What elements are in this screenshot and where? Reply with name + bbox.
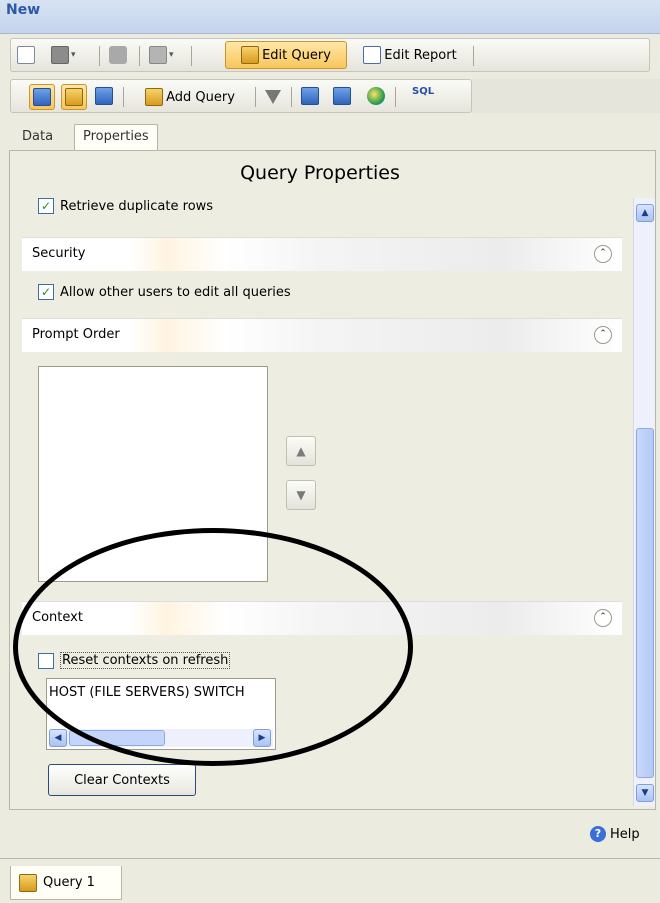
new-document-icon xyxy=(17,46,35,64)
window-titlebar: New xyxy=(0,0,660,34)
combined-query-button[interactable] xyxy=(95,87,113,105)
separator xyxy=(291,87,292,107)
collapse-icon[interactable]: ⌃ xyxy=(594,245,612,263)
annotation-ellipse xyxy=(13,528,413,766)
scope-icon xyxy=(367,87,385,105)
security-section-header[interactable]: Security ⌃ xyxy=(22,237,622,271)
sql-button[interactable]: SQL xyxy=(403,86,439,104)
add-query-icon xyxy=(145,88,164,106)
query-toolbar: Add Query SQL xyxy=(10,79,472,113)
properties-icon xyxy=(33,88,51,106)
allow-edit-checkbox[interactable]: ✓ xyxy=(38,284,54,300)
retrieve-duplicates-row: ✓ Retrieve duplicate rows xyxy=(38,198,213,214)
print-button[interactable] xyxy=(109,46,127,64)
retrieve-duplicates-checkbox[interactable]: ✓ xyxy=(38,198,54,214)
scroll-down-icon[interactable]: ▼ xyxy=(636,784,654,802)
query-icon xyxy=(241,46,260,64)
help-label: Help xyxy=(610,826,640,842)
separator xyxy=(139,46,140,66)
view-button[interactable]: ▾ xyxy=(149,46,174,64)
allow-edit-row: ✓ Allow other users to edit all queries xyxy=(38,284,291,300)
main-toolbar: ▾ ▾ Edit Query Edit Report xyxy=(10,38,650,72)
move-down-button[interactable]: ▼ xyxy=(286,480,316,510)
toolbar-filler xyxy=(472,79,660,113)
separator xyxy=(191,46,192,66)
edit-report-label: Edit Report xyxy=(384,47,457,63)
add-query-label: Add Query xyxy=(166,89,235,105)
new-document-button[interactable] xyxy=(17,46,35,64)
edit-report-button[interactable]: Edit Report xyxy=(351,41,469,69)
separator xyxy=(99,46,100,66)
help-link[interactable]: ? Help xyxy=(590,826,640,842)
filter-button[interactable] xyxy=(265,90,281,104)
report-icon xyxy=(363,46,382,64)
down-arrow-icon: ▼ xyxy=(296,488,306,502)
collapse-icon[interactable]: ⌃ xyxy=(594,609,612,627)
condition-icon xyxy=(333,87,351,105)
separator xyxy=(123,87,124,107)
dropdown-arrow-icon: ▾ xyxy=(71,50,76,60)
window-title: New xyxy=(6,2,41,18)
scroll-up-icon[interactable]: ▲ xyxy=(636,204,654,222)
condition-button[interactable] xyxy=(333,87,351,105)
edit-query-label: Edit Query xyxy=(262,47,331,63)
combine-icon xyxy=(95,87,113,105)
query-properties-button[interactable] xyxy=(29,84,55,110)
scroll-left-icon[interactable]: ◀ xyxy=(49,729,67,747)
sql-icon: SQL xyxy=(412,86,435,97)
clear-contexts-button[interactable]: Clear Contexts xyxy=(48,764,196,796)
tab-properties[interactable]: Properties xyxy=(74,124,158,150)
separator xyxy=(395,87,396,107)
help-icon: ? xyxy=(590,826,606,842)
tab-data[interactable]: Data xyxy=(14,125,61,151)
prompt-button[interactable] xyxy=(301,87,319,105)
query-tab[interactable]: Query 1 xyxy=(10,866,122,900)
panel-title: Query Properties xyxy=(240,162,400,184)
allow-edit-label: Allow other users to edit all queries xyxy=(60,284,291,300)
panel-icon xyxy=(65,88,83,106)
filter-icon xyxy=(265,90,281,104)
query-tab-label: Query 1 xyxy=(43,875,95,890)
prompt-order-label: Prompt Order xyxy=(32,327,120,342)
collapse-icon[interactable]: ⌃ xyxy=(594,326,612,344)
grid-icon xyxy=(149,46,167,64)
prompt-icon xyxy=(301,87,319,105)
vertical-scrollbar[interactable]: ▲ ▼ xyxy=(633,198,655,806)
add-query-button[interactable]: Add Query xyxy=(131,83,249,111)
prompt-order-section-header[interactable]: Prompt Order ⌃ xyxy=(22,318,622,352)
move-up-button[interactable]: ▲ xyxy=(286,436,316,466)
save-icon xyxy=(51,46,69,64)
separator xyxy=(473,46,474,66)
edit-query-button[interactable]: Edit Query xyxy=(225,41,347,69)
retrieve-duplicates-label: Retrieve duplicate rows xyxy=(60,198,214,214)
security-label: Security xyxy=(32,246,86,261)
query-panel-button[interactable] xyxy=(61,84,87,110)
dropdown-arrow-icon: ▾ xyxy=(169,50,174,60)
print-icon xyxy=(109,46,127,64)
scrollbar-thumb[interactable] xyxy=(636,428,654,778)
save-button[interactable]: ▾ xyxy=(51,46,76,64)
query-tab-icon xyxy=(19,873,37,892)
up-arrow-icon: ▲ xyxy=(296,444,306,458)
scope-button[interactable] xyxy=(367,87,385,105)
separator xyxy=(255,87,256,107)
